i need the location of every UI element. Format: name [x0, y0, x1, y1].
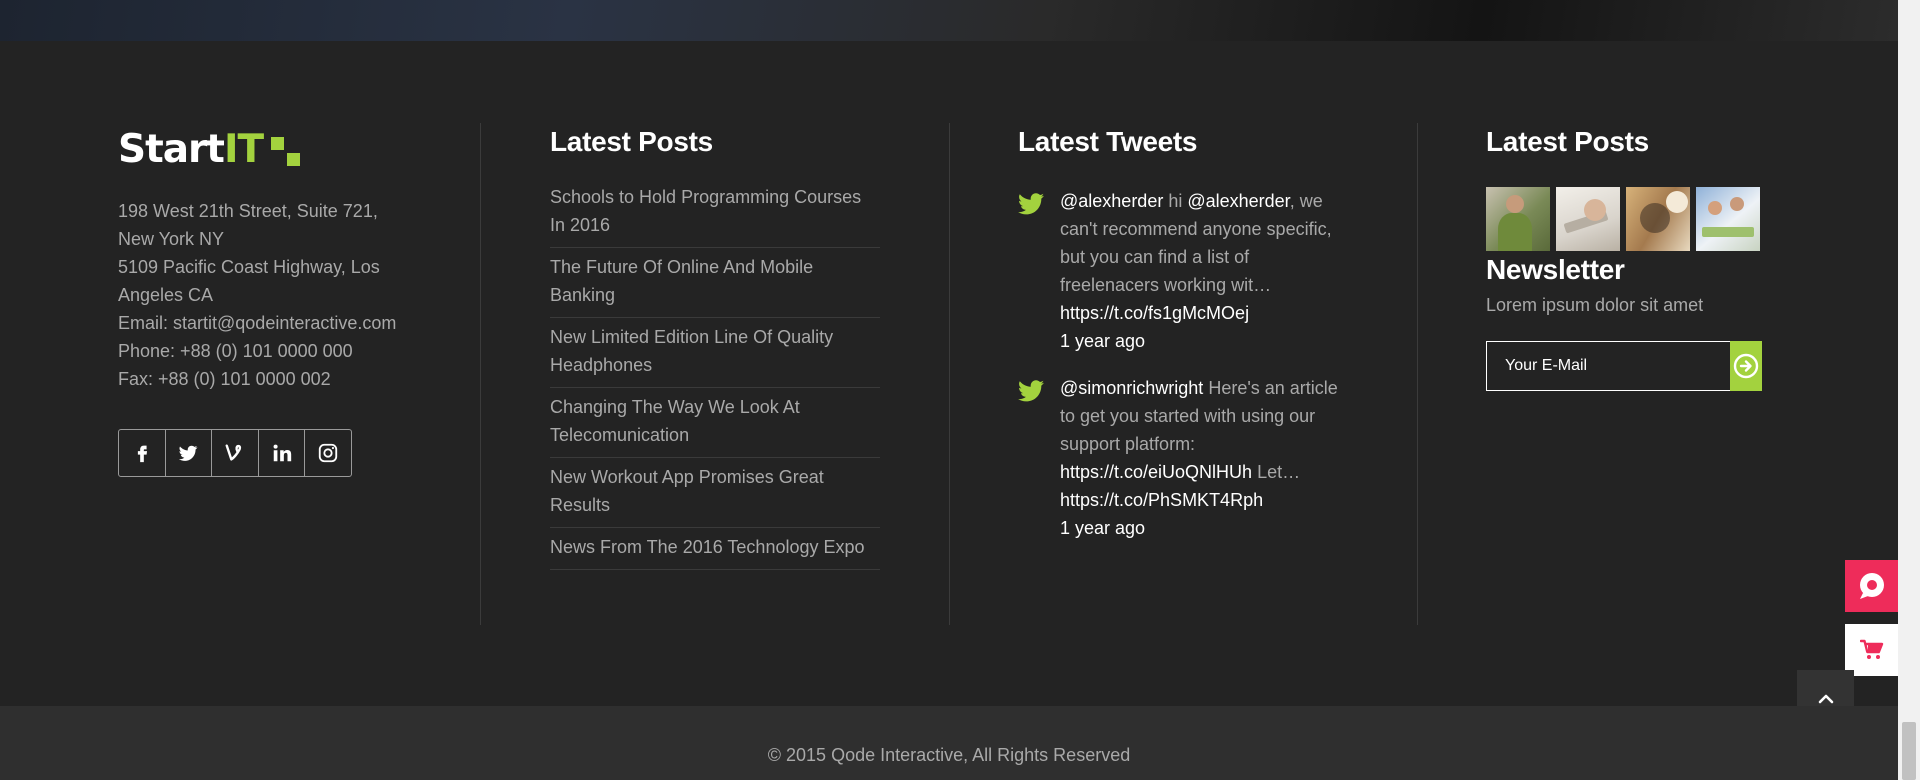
contact-phone: Phone: +88 (0) 101 0000 000 [118, 341, 353, 361]
tweet-item: @alexherder hi @alexherder, we can't rec… [1018, 187, 1345, 355]
post-thumbnail[interactable] [1486, 187, 1550, 251]
tweet-url-link[interactable]: https://t.co/eiUoQNlHUh [1060, 462, 1252, 482]
latest-tweets-title: Latest Tweets [1018, 126, 1198, 157]
column-divider [949, 123, 950, 625]
twitter-bird-icon [1018, 187, 1060, 355]
contact-fax: Fax: +88 (0) 101 0000 002 [118, 369, 331, 389]
newsletter-email-input[interactable] [1486, 341, 1730, 391]
latest-posts-list: Schools to Hold Programming Courses In 2… [550, 183, 880, 570]
vine-icon[interactable] [212, 430, 259, 476]
post-link[interactable]: The Future Of Online And Mobile Banking [550, 248, 880, 318]
hero-image-strip [0, 0, 1898, 41]
linkedin-icon[interactable] [259, 430, 306, 476]
tweet-author-link[interactable]: @simonrichwright [1060, 378, 1203, 398]
logo-squares-icon [269, 135, 303, 169]
newsletter-submit-button[interactable] [1730, 341, 1762, 391]
post-link[interactable]: New Workout App Promises Great Results [550, 458, 880, 528]
social-links [118, 429, 352, 477]
footer-tweets-column: Latest Tweets @alexherder hi @alexherder… [1018, 123, 1345, 561]
tweet-time-link[interactable]: 1 year ago [1060, 327, 1345, 355]
gallery-title: Latest Posts [1486, 126, 1649, 157]
tweet-text: Let… [1252, 462, 1301, 482]
post-thumbnail[interactable] [1556, 187, 1620, 251]
post-link[interactable]: New Limited Edition Line Of Quality Head… [550, 318, 880, 388]
shopping-cart-icon [1859, 639, 1883, 659]
footer-bottom-bar: © 2015 Qode Interactive, All Rights Rese… [0, 706, 1898, 780]
contact-address: 198 West 21th Street, Suite 721, New Yor… [118, 197, 418, 393]
tweet-time-link[interactable]: 1 year ago [1060, 514, 1345, 542]
copyright-text: © 2015 Qode Interactive, All Rights Rese… [767, 745, 1131, 765]
page-scrollbar[interactable] [1898, 0, 1920, 780]
post-thumbnail[interactable] [1696, 187, 1760, 251]
column-divider [480, 123, 481, 625]
twitter-bird-icon [1018, 374, 1060, 542]
newsletter-subtitle: Lorem ipsum dolor sit amet [1486, 295, 1704, 315]
tweet-url-link[interactable]: https://t.co/PhSMKT4Rph [1060, 486, 1345, 514]
twitter-icon[interactable] [166, 430, 213, 476]
chat-support-button[interactable] [1845, 560, 1898, 612]
contact-email: Email: startit@qodeinteractive.com [118, 313, 397, 333]
scrollbar-thumb[interactable] [1902, 722, 1916, 780]
tweet-url-link[interactable]: https://t.co/fs1gMcMOej [1060, 299, 1345, 327]
logo-main-text: Start [118, 127, 225, 172]
tweet-mention-link[interactable]: @alexherder [1187, 191, 1289, 211]
footer-posts-column: Latest Posts Schools to Hold Programming… [550, 123, 880, 570]
newsletter-form [1486, 341, 1762, 391]
logo-accent-text: IT [223, 127, 264, 172]
address-line: Angeles CA [118, 285, 214, 305]
post-thumbnails [1486, 187, 1762, 251]
facebook-icon[interactable] [119, 430, 166, 476]
tweet-author-link[interactable]: @alexherder [1060, 191, 1163, 211]
latest-posts-title: Latest Posts [550, 126, 713, 157]
post-link[interactable]: News From The 2016 Technology Expo [550, 528, 880, 570]
footer-contact-column: StartIT 198 West 21th Street, Suite 721,… [118, 123, 418, 477]
address-line: 198 West 21th Street, Suite 721, [118, 201, 378, 221]
address-line: 5109 Pacific Coast Highway, Los [118, 257, 380, 277]
column-divider [1417, 123, 1418, 625]
cart-button[interactable] [1845, 624, 1898, 676]
chat-bubble-icon [1859, 573, 1884, 599]
post-link[interactable]: Changing The Way We Look At Telecomunica… [550, 388, 880, 458]
startit-logo[interactable]: StartIT [118, 123, 418, 169]
tweet-list: @alexherder hi @alexherder, we can't rec… [1018, 187, 1345, 542]
post-link[interactable]: Schools to Hold Programming Courses In 2… [550, 183, 880, 248]
chevron-up-icon [1818, 694, 1833, 704]
newsletter-title: Newsletter [1486, 254, 1625, 285]
footer-widgets: StartIT 198 West 21th Street, Suite 721,… [0, 41, 1898, 706]
footer-gallery-column: Latest Posts Newsletter Lorem ipsum dolo… [1486, 123, 1762, 391]
tweet-text: hi [1163, 191, 1188, 211]
post-thumbnail[interactable] [1626, 187, 1690, 251]
arrow-right-circle-icon [1733, 353, 1759, 379]
address-line: New York NY [118, 229, 225, 249]
tweet-item: @simonrichwright Here's an article to ge… [1018, 374, 1345, 542]
instagram-icon[interactable] [305, 430, 351, 476]
